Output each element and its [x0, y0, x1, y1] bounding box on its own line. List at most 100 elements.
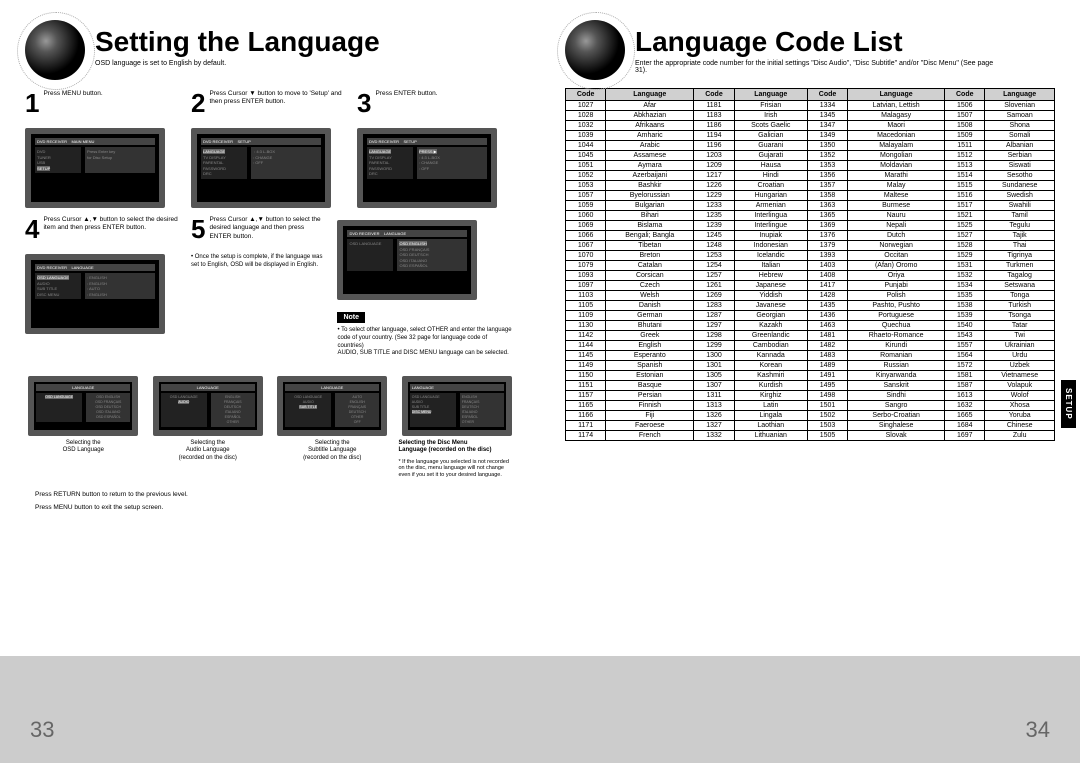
footer-return: Press RETURN button to return to the pre… [25, 490, 515, 499]
table-header: Language [848, 89, 945, 101]
table-cell: 1358 [807, 191, 847, 201]
table-cell: 1511 [945, 141, 985, 151]
table-cell: 1509 [945, 131, 985, 141]
table-header: Code [945, 89, 985, 101]
table-cell: Tajik [985, 231, 1055, 241]
table-cell: Punjabi [848, 281, 945, 291]
table-cell: Norwegian [848, 241, 945, 251]
table-cell: Latvian, Lettish [848, 101, 945, 111]
step-3: 3 Press ENTER button. DVD RECEIVER SETUP… [357, 90, 515, 208]
table-cell: 1513 [945, 161, 985, 171]
table-cell: Greek [606, 331, 694, 341]
table-cell: 1257 [694, 271, 734, 281]
table-cell: Afrikaans [606, 121, 694, 131]
table-cell: 1357 [807, 181, 847, 191]
table-row: 1044Arabic1196Guarani1350Malayalam1511Al… [566, 141, 1055, 151]
table-cell: 1283 [694, 301, 734, 311]
table-cell: 1529 [945, 251, 985, 261]
table-cell: 1235 [694, 211, 734, 221]
table-cell: 1435 [807, 301, 847, 311]
table-cell: 1217 [694, 171, 734, 181]
table-cell: Tatar [985, 321, 1055, 331]
table-cell: 1052 [566, 171, 606, 181]
table-row: 1045Assamese1203Gujarati1352Mongolian151… [566, 151, 1055, 161]
table-cell: 1093 [566, 271, 606, 281]
label: Selecting the [190, 440, 225, 446]
table-cell: 1527 [945, 231, 985, 241]
table-cell: 1069 [566, 221, 606, 231]
table-cell: Maltese [848, 191, 945, 201]
table-cell: 1376 [807, 231, 847, 241]
table-cell: 1534 [945, 281, 985, 291]
table-cell: Frisian [734, 101, 807, 111]
table-cell: 1144 [566, 341, 606, 351]
table-cell: Latin [734, 401, 807, 411]
table-cell: 1229 [694, 191, 734, 201]
table-cell: Malay [848, 181, 945, 191]
table-header: Code [694, 89, 734, 101]
table-cell: Interlingua [734, 211, 807, 221]
table-row: 1053Bashkir1226Croatian1357Malay1515Sund… [566, 181, 1055, 191]
table-cell: Danish [606, 301, 694, 311]
table-cell: 1300 [694, 351, 734, 361]
table-cell: 1334 [807, 101, 847, 111]
table-cell: 1543 [945, 331, 985, 341]
table-cell: Estonian [606, 371, 694, 381]
table-cell: Indonesian [734, 241, 807, 251]
table-cell: 1239 [694, 221, 734, 231]
table-cell: Rhaeto-Romance [848, 331, 945, 341]
table-cell: Esperanto [606, 351, 694, 361]
table-cell: Kinyarwanda [848, 371, 945, 381]
table-header: Code [566, 89, 606, 101]
table-cell: 1482 [807, 341, 847, 351]
table-row: 1097Czech1261Japanese1417Punjabi1534Sets… [566, 281, 1055, 291]
table-cell: Interlingue [734, 221, 807, 231]
table-cell: Albanian [985, 141, 1055, 151]
table-header: Language [606, 89, 694, 101]
table-cell: 1521 [945, 211, 985, 221]
table-cell: 1572 [945, 361, 985, 371]
table-cell: 1171 [566, 421, 606, 431]
table-cell: 1507 [945, 111, 985, 121]
step-5: 5 Press Cursor ▲,▼ button to select the … [191, 216, 515, 358]
table-cell: 1166 [566, 411, 606, 421]
table-cell: Siswati [985, 161, 1055, 171]
table-cell: Kurdish [734, 381, 807, 391]
table-row: 1057Byelorussian1229Hungarian1358Maltese… [566, 191, 1055, 201]
table-row: 1171Faeroese1327Laothian1503Singhalese16… [566, 421, 1055, 431]
table-cell: Japanese [734, 281, 807, 291]
table-cell: 1297 [694, 321, 734, 331]
setup-screen: DVD RECEIVER LANGUAGE OSD LANGUAGEAUDIOS… [25, 254, 165, 334]
table-row: 1070Breton1253Icelandic1393Occitan1529Ti… [566, 251, 1055, 261]
table-cell: Mongolian [848, 151, 945, 161]
table-header: Language [734, 89, 807, 101]
note-text: • To select other language, select OTHER… [337, 327, 515, 358]
table-cell: 1299 [694, 341, 734, 351]
setup-screen: DVD RECEIVER MAIN MENU DVDTUNERUSBSETUP … [25, 128, 165, 208]
table-cell: Finnish [606, 401, 694, 411]
table-cell: Swahili [985, 201, 1055, 211]
step-num: 1 [25, 90, 39, 116]
table-cell: 1044 [566, 141, 606, 151]
table-cell: Romanian [848, 351, 945, 361]
label: Selecting the [66, 440, 101, 446]
table-cell: Somali [985, 131, 1055, 141]
table-cell: Singhalese [848, 421, 945, 431]
table-cell: Uzbek [985, 361, 1055, 371]
table-cell: Malayalam [848, 141, 945, 151]
table-cell: 1665 [945, 411, 985, 421]
step-num: 2 [191, 90, 205, 116]
table-cell: 1103 [566, 291, 606, 301]
table-cell: Hindi [734, 171, 807, 181]
table-cell: 1408 [807, 271, 847, 281]
table-cell: Bihari [606, 211, 694, 221]
table-cell: Xhosa [985, 401, 1055, 411]
table-cell: Bashkir [606, 181, 694, 191]
table-cell: Burmese [848, 201, 945, 211]
step-4: 4 Press Cursor ▲,▼ button to select the … [25, 216, 183, 358]
table-cell: Serbo-Croatian [848, 411, 945, 421]
table-cell: 1097 [566, 281, 606, 291]
table-cell: 1352 [807, 151, 847, 161]
table-cell: Yoruba [985, 411, 1055, 421]
table-cell: Kirghiz [734, 391, 807, 401]
